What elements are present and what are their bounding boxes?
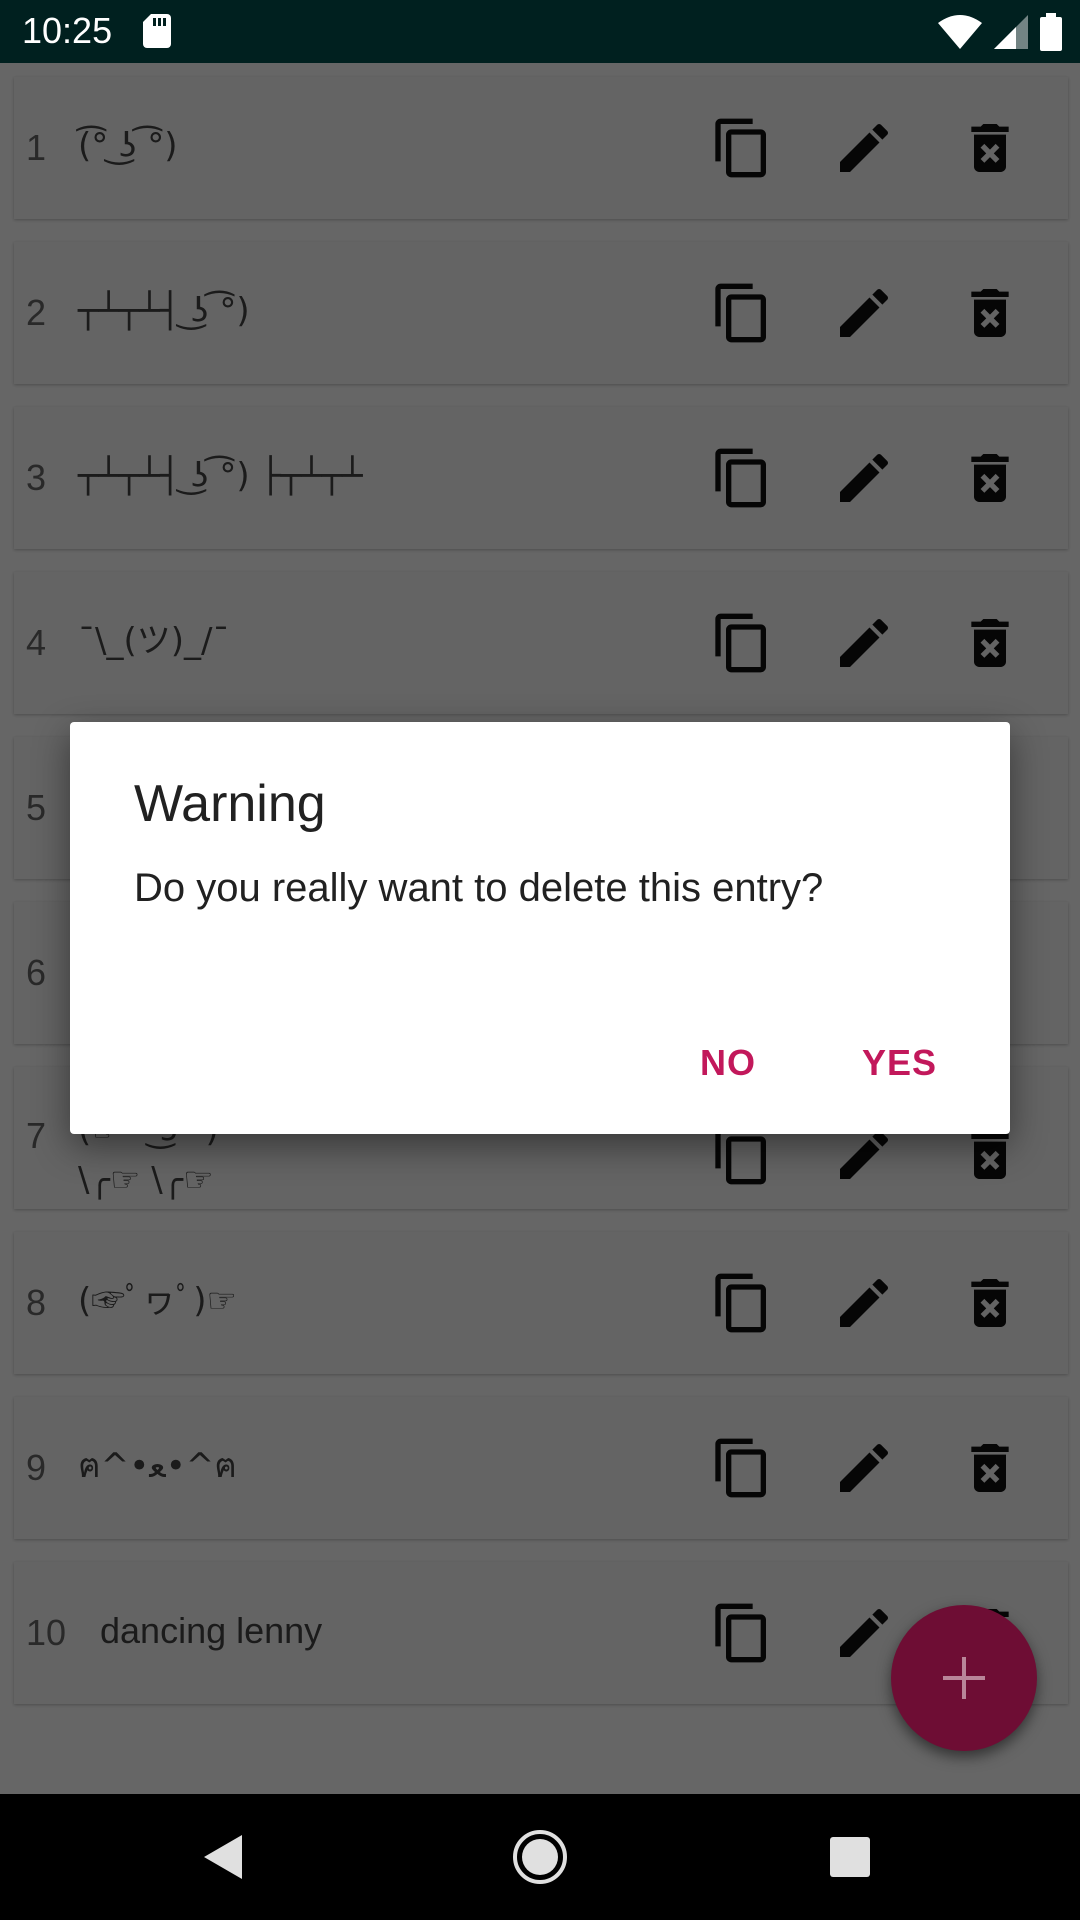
plus-icon	[943, 1657, 985, 1699]
no-button[interactable]: NO	[684, 1032, 772, 1094]
add-entry-button[interactable]	[891, 1605, 1037, 1751]
status-bar: 10:25	[0, 0, 1080, 63]
warning-dialog: Warning Do you really want to delete thi…	[70, 722, 1010, 1134]
back-button[interactable]	[187, 1819, 263, 1895]
home-button[interactable]	[502, 1819, 578, 1895]
dialog-title: Warning	[134, 775, 326, 833]
recents-icon	[830, 1837, 870, 1877]
yes-button[interactable]: YES	[846, 1032, 953, 1094]
wifi-icon	[938, 15, 982, 49]
dialog-message: Do you really want to delete this entry?	[134, 866, 824, 910]
cell-signal-icon	[994, 15, 1028, 49]
battery-icon	[1040, 13, 1062, 51]
sd-card-icon	[143, 14, 171, 48]
back-icon	[204, 1835, 242, 1879]
status-time: 10:25	[22, 10, 113, 51]
recents-button[interactable]	[812, 1819, 888, 1895]
home-icon	[513, 1830, 567, 1884]
navigation-bar	[0, 1794, 1080, 1920]
